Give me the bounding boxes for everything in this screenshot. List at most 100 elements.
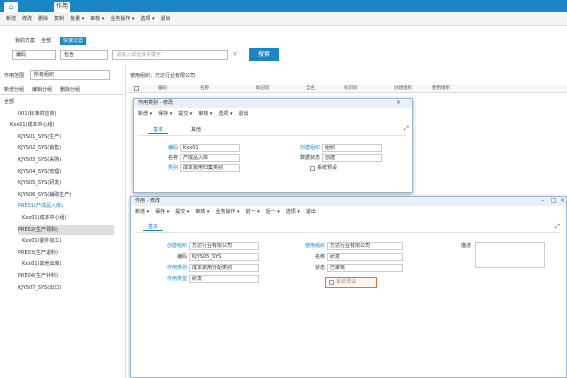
type-field[interactable]: 成本费用归集类别 bbox=[180, 164, 240, 172]
toolbar-item-8[interactable]: 退出 bbox=[161, 15, 171, 22]
tab-close-icon[interactable]: × bbox=[62, 0, 70, 10]
dialog1-toolbar-item-3[interactable]: 审核 ▾ bbox=[198, 111, 212, 117]
toolbar-item-0[interactable]: 新增 bbox=[6, 15, 16, 22]
dialog-function: 作用 - 修改 – □ × 新增 ▾ 保存 ▾ 提交 ▾ 审核 ▾ 业务操作 ▾ 前一 ▾… bbox=[130, 196, 567, 378]
dialog2-toolbar-item-7[interactable]: 选项 ▾ bbox=[286, 209, 300, 215]
filter-op-select[interactable]: 包含 bbox=[60, 50, 108, 60]
tab-all[interactable]: 全部 bbox=[38, 37, 54, 45]
use-org-field[interactable]: 万达行业有限公司 bbox=[327, 242, 403, 250]
column-header[interactable]: 使用组织 bbox=[432, 85, 450, 93]
dialog1-toolbar-item-1[interactable]: 保存 ▾ bbox=[158, 111, 172, 117]
tree-item[interactable]: KJYS03_SYS(采购) bbox=[18, 155, 61, 165]
category-field[interactable]: 成本费用分配类别 bbox=[189, 264, 259, 272]
toolbar-item-6[interactable]: 业务操作 ▾ bbox=[110, 15, 134, 22]
code-field[interactable]: KJYS05_SYS bbox=[189, 253, 259, 261]
tree-item[interactable]: Kxx01(成本中心组) bbox=[22, 213, 66, 223]
search-input[interactable]: 请输入或选择关键字 bbox=[112, 50, 228, 60]
tree-item[interactable]: KJYS05_SYS(研发) bbox=[18, 178, 61, 188]
dialog2-toolbar-item-5[interactable]: 前一 ▾ bbox=[246, 209, 260, 215]
dialog2-toolbar-item-2[interactable]: 提交 ▾ bbox=[175, 209, 189, 215]
filter-field-select[interactable]: 编码 bbox=[12, 50, 56, 60]
toolbar-item-3[interactable]: 复制 bbox=[54, 15, 64, 22]
toolbar-item-2[interactable]: 删除 bbox=[38, 15, 48, 22]
dialog2-toolbar-item-6[interactable]: 后一 ▾ bbox=[266, 209, 280, 215]
dialog-category: 作用类别 - 修改 × 新增 ▾ 保存 ▾ 提交 ▾ 审核 ▾ 选项 ▾ 退出 基本 其他… bbox=[133, 98, 413, 193]
dialog2-toolbar-item-8[interactable]: 退出 bbox=[306, 209, 316, 215]
preset-checkbox[interactable] bbox=[329, 280, 334, 285]
delete-group-link[interactable]: 删除分组 bbox=[60, 86, 80, 93]
tree-item[interactable]: KJYS02_SYS(销售) bbox=[18, 143, 61, 153]
divider bbox=[135, 232, 560, 233]
dialog2-toolbar-item-1[interactable]: 保存 ▾ bbox=[155, 209, 169, 215]
status-label: 状态 bbox=[314, 265, 325, 271]
tab-basic[interactable]: 基本 bbox=[148, 126, 169, 134]
tab-other[interactable]: 其他 bbox=[186, 126, 206, 134]
tab-quick-filter[interactable]: 快速过滤 bbox=[60, 37, 87, 45]
tree-item[interactable]: KJYS06_SYS(辅助生产) bbox=[18, 190, 71, 200]
dialog1-toolbar-item-0[interactable]: 新增 ▾ bbox=[138, 111, 152, 117]
column-header[interactable]: 名称 bbox=[200, 85, 209, 93]
maximize-icon[interactable]: □ bbox=[551, 197, 557, 204]
tree-item[interactable]: KJYS04_SYS(管理) bbox=[18, 167, 61, 177]
dialog1-toolbar-item-4[interactable]: 选项 ▾ bbox=[218, 111, 232, 117]
close-icon[interactable]: × bbox=[560, 197, 565, 204]
name-field[interactable]: 产成品入库 bbox=[180, 154, 240, 162]
column-header[interactable]: 编码 bbox=[158, 85, 167, 93]
column-header[interactable]: 全名 bbox=[306, 85, 315, 93]
tree-item[interactable]: 001(标准供应商) bbox=[18, 109, 56, 119]
tree-item[interactable]: Kxx01(委外加工) bbox=[22, 236, 61, 246]
status-field: 已审核 bbox=[327, 264, 403, 272]
tab-my-scheme[interactable]: 我的方案 bbox=[12, 37, 38, 45]
tree-item[interactable]: Kxx01(成本中心组) bbox=[10, 120, 54, 130]
tree-item[interactable]: PRE03(生产退料) bbox=[18, 248, 58, 258]
name-field[interactable]: 研发 bbox=[327, 253, 403, 261]
dialog1-toolbar-item-5[interactable]: 退出 bbox=[239, 111, 249, 117]
org-field[interactable]: 万达行业有限公司 bbox=[189, 242, 259, 250]
tree-item[interactable]: PRE01(产成品入库) bbox=[18, 201, 63, 211]
description-field[interactable] bbox=[475, 242, 545, 268]
org-field[interactable]: 组织 bbox=[322, 144, 382, 152]
search-button[interactable]: 搜索 bbox=[249, 48, 279, 61]
tree-item[interactable]: PRE02(生产领料) bbox=[18, 224, 114, 235]
top-tab-bar bbox=[0, 0, 567, 12]
use-org-label: 使用组织 bbox=[304, 243, 325, 249]
column-header[interactable]: 标识码 bbox=[344, 85, 358, 93]
status-field: 创建 bbox=[322, 154, 382, 162]
preset-checkbox[interactable] bbox=[310, 166, 315, 171]
scope-label: 作用范围 bbox=[4, 73, 25, 79]
dialog1-toolbar-item-2[interactable]: 提交 ▾ bbox=[178, 111, 192, 117]
divider bbox=[0, 94, 125, 95]
clear-icon[interactable]: × bbox=[232, 50, 238, 58]
tree-item[interactable]: 全部 bbox=[4, 97, 14, 107]
code-field[interactable]: Kxx01 bbox=[180, 144, 240, 152]
edit-group-link[interactable]: 编辑分组 bbox=[32, 86, 52, 93]
dialog2-toolbar-item-3[interactable]: 审核 ▾ bbox=[195, 209, 209, 215]
tree-item[interactable]: Kxx01(其他出库) bbox=[22, 259, 61, 269]
dialog2-toolbar-item-4[interactable]: 业务操作 ▾ bbox=[215, 209, 239, 215]
tree-item[interactable]: KJYS07_SYS(出口) bbox=[18, 283, 61, 293]
select-all-checkbox[interactable] bbox=[134, 86, 139, 91]
add-group-link[interactable]: 新增分组 bbox=[4, 86, 24, 93]
type-field[interactable]: 研发 bbox=[189, 275, 259, 283]
tree-item[interactable]: KJYS01_SYS(生产) bbox=[18, 132, 61, 142]
toolbar-item-7[interactable]: 选项 ▾ bbox=[140, 15, 154, 22]
code-label: 编码 bbox=[176, 254, 187, 260]
expand-icon[interactable]: ⤢ bbox=[404, 125, 409, 133]
close-icon[interactable]: × bbox=[396, 99, 401, 106]
expand-icon[interactable]: ⤢ bbox=[555, 223, 560, 231]
dialog-title: 作用 - 修改 bbox=[131, 197, 566, 206]
tree-item[interactable]: PRE04(生产补料) bbox=[18, 271, 58, 281]
toolbar-item-5[interactable]: 审核 ▾ bbox=[90, 15, 104, 22]
type-label: 类别 bbox=[167, 165, 178, 171]
tab-basic[interactable]: 基本 bbox=[143, 223, 164, 231]
dialog2-toolbar-item-0[interactable]: 新增 ▾ bbox=[135, 209, 149, 215]
divider bbox=[138, 135, 406, 136]
toolbar-item-1[interactable]: 修改 bbox=[22, 15, 32, 22]
column-header[interactable]: 创建组织 bbox=[394, 85, 412, 93]
toolbar-item-4[interactable]: 批量 ▾ bbox=[70, 15, 84, 22]
org-label: 创建组织 bbox=[166, 243, 187, 249]
column-header[interactable]: 助记码 bbox=[256, 85, 270, 93]
home-icon[interactable]: ⌂ bbox=[4, 2, 18, 12]
scope-select[interactable]: 所有组织 bbox=[30, 70, 110, 80]
minimize-icon[interactable]: – bbox=[541, 197, 544, 204]
